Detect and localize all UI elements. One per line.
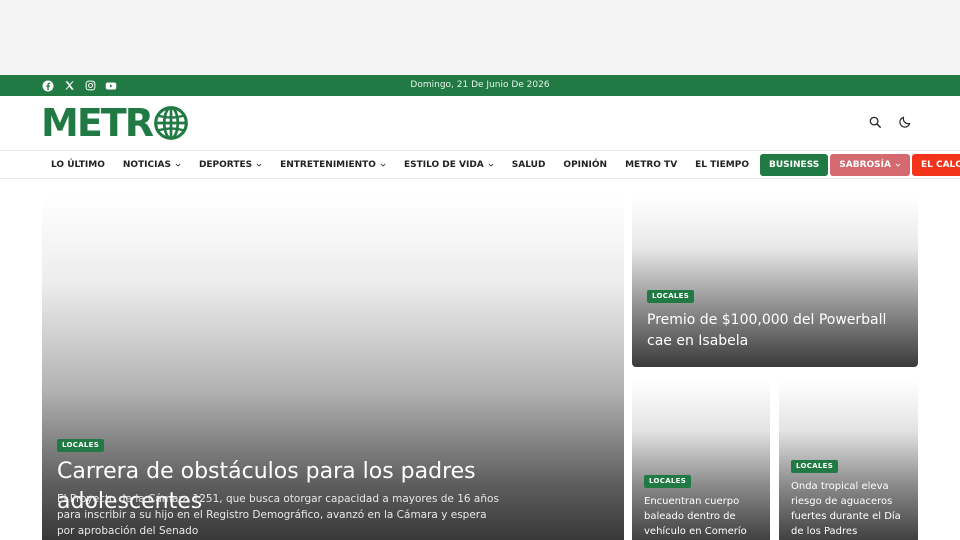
article-excerpt: El Proyecto de la Cámara 1251, que busca… xyxy=(57,493,499,537)
featured-article-side-1[interactable]: LOCALES Premio de $100,000 del Powerball… xyxy=(632,197,918,367)
nav-item-metro-tv[interactable]: METRO TV xyxy=(616,154,686,176)
nav-item-deportes[interactable]: DEPORTES xyxy=(190,154,271,176)
featured-article-side-2[interactable]: LOCALES Encuentran cuerpo baleado dentro… xyxy=(632,380,770,540)
nav-item-el-tiempo[interactable]: EL TIEMPO xyxy=(686,154,758,176)
chevron-down-icon xyxy=(175,163,181,167)
article-title[interactable]: Premio de $100,000 del Powerball cae en … xyxy=(647,310,907,352)
site-header: METR xyxy=(0,96,960,150)
article-title[interactable]: Onda tropical eleva riesgo de aguaceros … xyxy=(791,479,913,539)
nav-item-business[interactable]: BUSINESS xyxy=(760,154,829,176)
nav-item-el-calce[interactable]: EL CALCE xyxy=(911,154,960,176)
ad-space xyxy=(0,0,960,75)
category-badge[interactable]: LOCALES xyxy=(647,290,695,303)
chevron-down-icon xyxy=(488,163,494,167)
chevron-down-icon xyxy=(380,163,386,167)
nav-item-noticias[interactable]: NOTICIAS xyxy=(114,154,190,176)
top-bar: Domingo, 21 De Junio De 2026 xyxy=(0,75,960,96)
globe-icon xyxy=(154,106,188,140)
main-nav: LO ÚLTIMO NOTICIAS DEPORTES ENTRETENIMIE… xyxy=(0,150,960,179)
featured-article-side-3[interactable]: LOCALES Onda tropical eleva riesgo de ag… xyxy=(779,380,918,540)
dark-mode-moon-icon[interactable] xyxy=(898,115,912,129)
nav-item-entretenimiento[interactable]: ENTRETENIMIENTO xyxy=(271,154,395,176)
featured-article-main[interactable]: LOCALES Carrera de obstáculos para los p… xyxy=(42,197,624,540)
category-badge[interactable]: LOCALES xyxy=(791,460,839,473)
nav-item-opinion[interactable]: OPINIÓN xyxy=(554,154,616,176)
chevron-down-icon xyxy=(256,163,262,167)
category-badge[interactable]: LOCALES xyxy=(57,439,105,452)
search-icon[interactable] xyxy=(868,115,882,129)
header-actions xyxy=(868,115,912,129)
site-logo[interactable]: METR xyxy=(41,104,189,142)
category-badge[interactable]: LOCALES xyxy=(644,475,692,488)
nav-item-salud[interactable]: SALUD xyxy=(503,154,555,176)
nav-item-sabrosia[interactable]: SABROSÍA xyxy=(830,154,910,176)
article-title[interactable]: Encuentran cuerpo baleado dentro de vehí… xyxy=(644,494,764,539)
current-date: Domingo, 21 De Junio De 2026 xyxy=(410,80,550,90)
chevron-down-icon xyxy=(895,163,901,167)
nav-item-estilo-de-vida[interactable]: ESTILO DE VIDA xyxy=(395,154,503,176)
nav-item-lo-ultimo[interactable]: LO ÚLTIMO xyxy=(42,154,114,176)
logo-text: METR xyxy=(41,101,154,145)
